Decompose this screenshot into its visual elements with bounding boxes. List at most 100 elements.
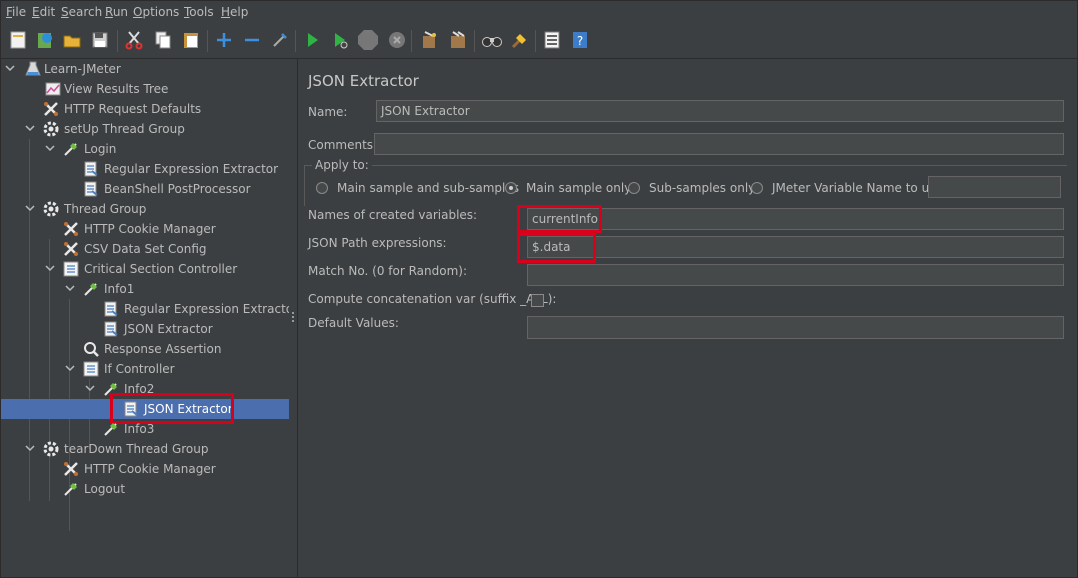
radio-main-only-label[interactable]: Main sample only bbox=[526, 181, 631, 195]
menu-edit[interactable]: Edit bbox=[32, 5, 55, 19]
radio-main-only[interactable] bbox=[505, 182, 517, 194]
split-pane-divider[interactable] bbox=[289, 59, 298, 578]
names-of-variables-label: Names of created variables: bbox=[308, 208, 478, 222]
new-icon[interactable] bbox=[6, 28, 30, 52]
stop-icon[interactable] bbox=[356, 28, 380, 52]
tree-node-label: tearDown Thread Group bbox=[64, 442, 209, 456]
tree-node-http-cookie-manager[interactable]: HTTP Cookie Manager bbox=[0, 459, 289, 479]
tree-node-label: If Controller bbox=[104, 362, 175, 376]
default-values-field[interactable] bbox=[527, 316, 1064, 339]
chevron-down-icon[interactable] bbox=[64, 362, 76, 374]
json-path-field[interactable]: $.data bbox=[527, 236, 1064, 258]
comments-label: Comments: bbox=[308, 138, 378, 152]
templates-icon[interactable] bbox=[33, 28, 57, 52]
cut-icon[interactable] bbox=[122, 28, 146, 52]
tree-node-logout[interactable]: Logout bbox=[0, 479, 289, 499]
function-helper-icon[interactable] bbox=[540, 28, 564, 52]
listener-icon bbox=[44, 80, 62, 98]
tree-node-beanshell-postprocessor[interactable]: BeanShell PostProcessor bbox=[0, 179, 289, 199]
tree-node-info3[interactable]: Info3 bbox=[0, 419, 289, 439]
radio-sub-only[interactable] bbox=[628, 182, 640, 194]
tree-node-view-results-tree[interactable]: View Results Tree bbox=[0, 79, 289, 99]
tree-node-csv-data-set-config[interactable]: CSV Data Set Config bbox=[0, 239, 289, 259]
concat-checkbox[interactable] bbox=[531, 294, 544, 307]
help-icon[interactable]: ? bbox=[568, 28, 592, 52]
tree-node-label: Regular Expression Extractor bbox=[124, 302, 289, 316]
chevron-down-icon[interactable] bbox=[64, 282, 76, 294]
jmeter-var-name-field[interactable] bbox=[928, 176, 1061, 198]
collapse-icon[interactable] bbox=[240, 28, 264, 52]
tree-node-label: Critical Section Controller bbox=[84, 262, 238, 276]
clear-icon[interactable] bbox=[417, 28, 441, 52]
config-icon bbox=[42, 100, 60, 118]
shutdown-icon[interactable] bbox=[385, 28, 409, 52]
reset-search-icon[interactable] bbox=[508, 28, 532, 52]
open-icon[interactable] bbox=[60, 28, 84, 52]
controller-icon bbox=[82, 360, 100, 378]
tree-node-label: Learn-JMeter bbox=[44, 62, 121, 76]
menu-run[interactable]: Run bbox=[105, 5, 128, 19]
copy-icon[interactable] bbox=[151, 28, 175, 52]
radio-main-and-sub-label[interactable]: Main sample and sub-samples bbox=[337, 181, 519, 195]
menu-help[interactable]: Help bbox=[221, 5, 248, 19]
tree-node-json-extractor[interactable]: JSON Extractor bbox=[0, 319, 289, 339]
tree-node-label: Regular Expression Extractor bbox=[104, 162, 279, 176]
tree-node-setup-thread-group[interactable]: setUp Thread Group bbox=[0, 119, 289, 139]
tree-node-regular-expression-extractor[interactable]: Regular Expression Extractor bbox=[0, 299, 289, 319]
highlight-json-path bbox=[517, 233, 596, 263]
chevron-down-icon[interactable] bbox=[4, 62, 16, 74]
tree-node-http-cookie-manager[interactable]: HTTP Cookie Manager bbox=[0, 219, 289, 239]
tree-node-label: setUp Thread Group bbox=[64, 122, 185, 136]
tree-node-login[interactable]: Login bbox=[0, 139, 289, 159]
sampler-icon bbox=[62, 480, 80, 498]
search-icon[interactable] bbox=[480, 28, 504, 52]
names-of-variables-field[interactable]: currentInfo bbox=[527, 208, 1064, 230]
chevron-down-icon[interactable] bbox=[24, 442, 36, 454]
chevron-down-icon[interactable] bbox=[24, 202, 36, 214]
comments-field[interactable] bbox=[374, 133, 1064, 155]
post-processor-icon bbox=[82, 180, 100, 198]
chevron-down-icon[interactable] bbox=[84, 382, 96, 394]
apply-to-label: Apply to: bbox=[312, 158, 372, 172]
start-icon[interactable] bbox=[300, 28, 324, 52]
tree-node-label: BeanShell PostProcessor bbox=[104, 182, 251, 196]
tree-node-info1[interactable]: Info1 bbox=[0, 279, 289, 299]
match-no-label: Match No. (0 for Random): bbox=[308, 264, 468, 278]
tree-node-http-request-defaults[interactable]: HTTP Request Defaults bbox=[0, 99, 289, 119]
menu-search[interactable]: Search bbox=[61, 5, 102, 19]
tree-node-teardown-thread-group[interactable]: tearDown Thread Group bbox=[0, 439, 289, 459]
toggle-icon[interactable] bbox=[268, 28, 292, 52]
thread-group-icon bbox=[42, 120, 60, 138]
radio-sub-only-label[interactable]: Sub-samples only bbox=[649, 181, 755, 195]
tree-node-label: Info3 bbox=[124, 422, 155, 436]
thread-group-icon bbox=[42, 440, 60, 458]
clear-all-icon[interactable] bbox=[446, 28, 470, 52]
toolbar: ? bbox=[0, 24, 1078, 59]
radio-main-and-sub[interactable] bbox=[316, 182, 328, 194]
chevron-down-icon[interactable] bbox=[44, 262, 56, 274]
highlight-variable-name bbox=[517, 205, 602, 233]
radio-jmeter-var-label[interactable]: JMeter Variable Name to use bbox=[772, 181, 943, 195]
tree-node-json-extractor[interactable]: JSON Extractor bbox=[0, 393, 289, 424]
menu-options[interactable]: Options bbox=[133, 5, 179, 19]
name-field[interactable]: JSON Extractor bbox=[376, 100, 1064, 122]
radio-jmeter-var[interactable] bbox=[751, 182, 763, 194]
config-icon bbox=[62, 220, 80, 238]
tree-node-regular-expression-extractor[interactable]: Regular Expression Extractor bbox=[0, 159, 289, 179]
menu-file[interactable]: File bbox=[6, 5, 26, 19]
chevron-down-icon[interactable] bbox=[44, 142, 56, 154]
chevron-down-icon[interactable] bbox=[24, 122, 36, 134]
tree-node-response-assertion[interactable]: Response Assertion bbox=[0, 339, 289, 359]
paste-icon[interactable] bbox=[179, 28, 203, 52]
tree-node-critical-section-controller[interactable]: Critical Section Controller bbox=[0, 259, 289, 279]
tree-node-learn-jmeter[interactable]: Learn-JMeter bbox=[0, 59, 289, 79]
expand-icon[interactable] bbox=[212, 28, 236, 52]
tree-node-if-controller[interactable]: If Controller bbox=[0, 359, 289, 379]
sampler-icon bbox=[62, 140, 80, 158]
concat-label: Compute concatenation var (suffix _ALL): bbox=[308, 292, 557, 306]
tree-node-thread-group[interactable]: Thread Group bbox=[0, 199, 289, 219]
start-no-pauses-icon[interactable] bbox=[328, 28, 352, 52]
menu-tools[interactable]: Tools bbox=[184, 5, 214, 19]
save-icon[interactable] bbox=[88, 28, 112, 52]
match-no-field[interactable] bbox=[527, 264, 1064, 286]
